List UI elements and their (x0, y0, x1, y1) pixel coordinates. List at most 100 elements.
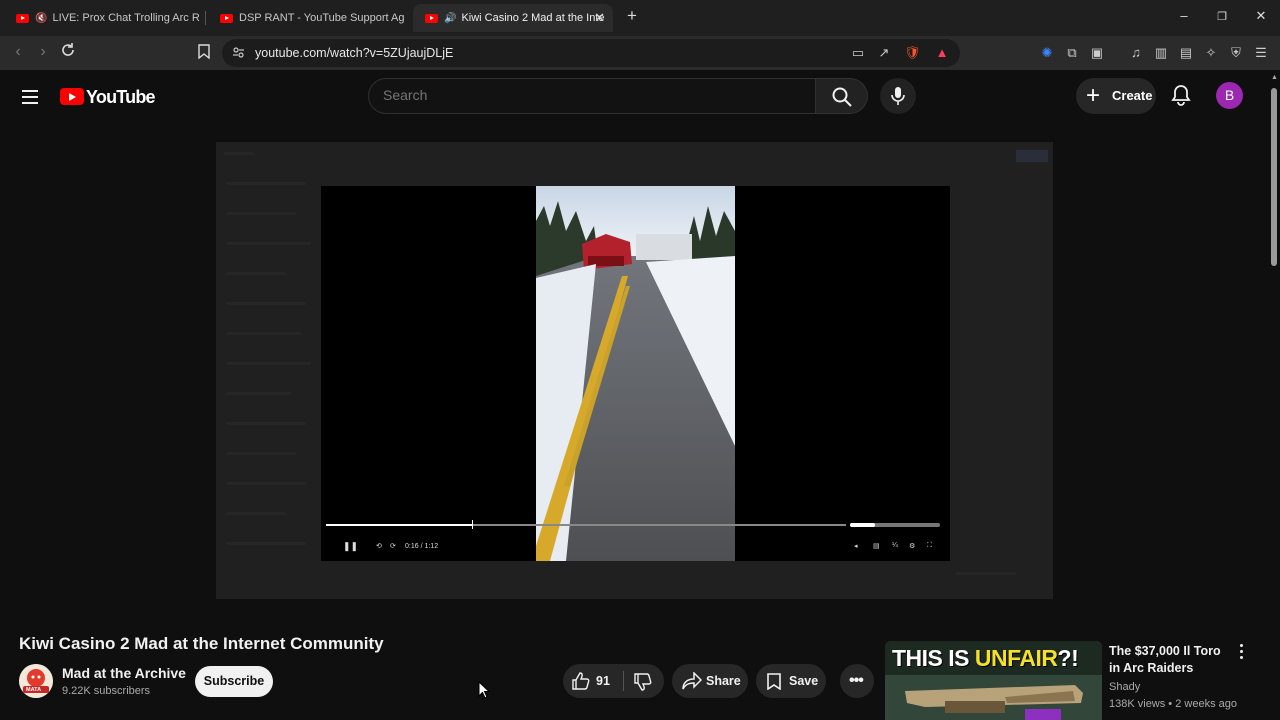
vpn-shield-icon[interactable]: ⛨ (1228, 45, 1244, 61)
extension-blue-icon[interactable]: ✺ (1039, 45, 1055, 61)
wallet-icon[interactable]: ▤ (1178, 45, 1194, 61)
thumbnail-text: THIS IS UNFAIR?! (892, 645, 1079, 672)
subscribe-button[interactable]: Subscribe (195, 666, 273, 697)
thumbs-down-icon (634, 673, 652, 691)
muted-speaker-icon[interactable]: 🔇 (35, 13, 47, 24)
recommendation-meta: 138K views • 2 weeks ago (1109, 698, 1237, 710)
bookmark-icon[interactable] (194, 44, 214, 64)
recommendation-more-icon[interactable] (1234, 644, 1248, 660)
embedded-volume-slider[interactable] (850, 523, 940, 527)
page-scrollbar[interactable]: ▲ (1268, 70, 1280, 720)
like-count: 91 (596, 674, 610, 688)
close-tab-icon[interactable]: ✕ (594, 10, 605, 26)
recommendation-channel[interactable]: Shady (1109, 681, 1140, 693)
url-text: youtube.com/watch?v=5ZUjaujDLjE (255, 46, 454, 60)
browser-menu-icon[interactable]: ☰ (1253, 45, 1269, 61)
embedded-pause-icon[interactable]: ❚❚ (343, 541, 358, 552)
back-arrow-icon[interactable]: ‹ (8, 43, 28, 61)
browser-tab-kiwi-casino[interactable]: 🔊 Kiwi Casino 2 Mad at the Inte ✕ (413, 4, 613, 32)
share-arrow-icon (682, 672, 702, 690)
dislike-button[interactable] (624, 664, 664, 698)
embedded-progress-fill (326, 524, 472, 526)
tab-label: Kiwi Casino 2 Mad at the Inte (461, 12, 605, 24)
video-player[interactable]: ❚❚ ⟲ ⟳ 0:16 / 1:12 ◂ ▤ ¼ ⚙ ⛶ (216, 142, 1053, 599)
hamburger-menu-icon[interactable] (22, 90, 38, 108)
site-settings-icon[interactable] (232, 46, 245, 64)
search-icon (832, 87, 852, 107)
embedded-progress-handle[interactable] (471, 520, 473, 529)
media-music-icon[interactable]: ♫ (1128, 45, 1144, 61)
save-label: Save (789, 674, 819, 688)
thumbs-up-icon (572, 672, 590, 690)
channel-name[interactable]: Mad at the Archive (62, 665, 186, 681)
search-box[interactable] (368, 78, 816, 114)
share-button[interactable]: Share (672, 664, 748, 698)
embedded-captions-icon[interactable]: ▤ (873, 542, 880, 550)
road-video-scene (536, 186, 735, 561)
share-page-icon[interactable]: ↗ (876, 45, 892, 61)
extensions-puzzle-icon[interactable]: ⧉ (1064, 45, 1080, 61)
forward-arrow-icon[interactable]: › (33, 43, 53, 61)
like-dislike-pill: 91 (563, 664, 664, 698)
new-tab-button[interactable]: + (622, 6, 642, 26)
embedded-fullscreen-icon[interactable]: ⛶ (927, 542, 932, 550)
leo-ai-icon[interactable]: ✧ (1203, 45, 1219, 61)
youtube-favicon-icon (220, 13, 233, 23)
voice-search-button[interactable] (880, 78, 916, 114)
like-button[interactable]: 91 (563, 664, 623, 698)
thumbnail-text-end: ?! (1057, 645, 1079, 671)
close-window-button[interactable]: ✕ (1251, 8, 1271, 24)
minimize-window-button[interactable]: – (1174, 8, 1194, 23)
embedded-volume-icon[interactable]: ◂ (854, 542, 858, 550)
search-button[interactable] (816, 78, 868, 114)
maximize-window-button[interactable]: ❐ (1212, 10, 1232, 23)
save-bookmark-icon (767, 673, 781, 690)
scroll-up-arrow-icon[interactable]: ▲ (1271, 74, 1278, 81)
more-horizontal-icon: ••• (849, 672, 864, 689)
reader-mode-icon[interactable]: ▣ (1089, 45, 1105, 61)
youtube-favicon-icon (16, 13, 29, 23)
scrollbar-thumb[interactable] (1271, 88, 1277, 266)
reload-icon[interactable] (58, 42, 78, 63)
sidebar-toggle-icon[interactable]: ▥ (1153, 45, 1169, 61)
account-avatar[interactable]: B (1216, 82, 1243, 109)
address-bar[interactable]: youtube.com/watch?v=5ZUjaujDLjE ▭ ↗ 🛡 ▲ (222, 39, 960, 67)
speaker-playing-icon[interactable]: 🔊 (444, 13, 456, 24)
channel-avatar-text: MATA (26, 687, 42, 693)
thumbnail-text-yellow: UNFAIR (974, 645, 1058, 671)
save-button[interactable]: Save (756, 664, 826, 698)
microphone-icon (891, 87, 905, 105)
video-title: Kiwi Casino 2 Mad at the Internet Commun… (19, 634, 384, 653)
channel-avatar[interactable]: MATA (19, 664, 53, 698)
tab-label: DSP RANT - YouTube Support Agent (239, 12, 404, 24)
embedded-settings-icon[interactable]: ⚙ (909, 542, 915, 550)
embedded-progress-bar[interactable] (326, 520, 846, 529)
plus-icon: + (1086, 82, 1101, 109)
embedded-time-text: 0:16 / 1:12 (405, 543, 439, 550)
brave-shields-icon[interactable]: 🛡 (904, 45, 921, 61)
subscriber-count: 9.22K subscribers (62, 685, 151, 697)
tab-label: LIVE: Prox Chat Trolling Arc Raide (52, 12, 200, 24)
recommendation-thumbnail[interactable]: THIS IS UNFAIR?! (885, 641, 1102, 720)
embedded-rewind-icon[interactable]: ⟲ (376, 542, 382, 550)
embedded-speed-icon[interactable]: ¼ (892, 542, 898, 549)
share-label: Share (706, 674, 741, 688)
youtube-favicon-icon (425, 13, 438, 23)
embedded-forward-icon[interactable]: ⟳ (390, 542, 396, 550)
youtube-wordmark[interactable]: YouTube (86, 87, 156, 108)
cast-icon[interactable]: ▭ (850, 45, 866, 61)
browser-tab-dsp-rant[interactable]: DSP RANT - YouTube Support Agent (208, 4, 404, 32)
browser-tab-live-prox-chat[interactable]: 🔇 LIVE: Prox Chat Trolling Arc Raide (4, 4, 200, 32)
youtube-logo-icon[interactable] (60, 88, 84, 105)
search-input[interactable] (383, 87, 783, 103)
create-label: Create (1112, 88, 1153, 103)
browser-toolbar: ‹ › youtube.com/watch?v=5ZUjaujDLjE ▭ ↗ … (0, 36, 1280, 70)
youtube-masthead: YouTube + Create B (0, 70, 1268, 122)
brave-rewards-icon[interactable]: ▲ (934, 45, 950, 61)
embedded-video-frame[interactable]: ❚❚ ⟲ ⟳ 0:16 / 1:12 ◂ ▤ ¼ ⚙ ⛶ (321, 186, 950, 561)
recommendation-title[interactable]: The $37,000 Il Toro in Arc Raiders (1109, 643, 1229, 677)
more-actions-button[interactable]: ••• (840, 664, 874, 698)
thumbnail-text-white: THIS IS (892, 645, 975, 671)
create-button[interactable]: + Create (1076, 78, 1156, 114)
notifications-bell-icon[interactable] (1171, 84, 1191, 111)
